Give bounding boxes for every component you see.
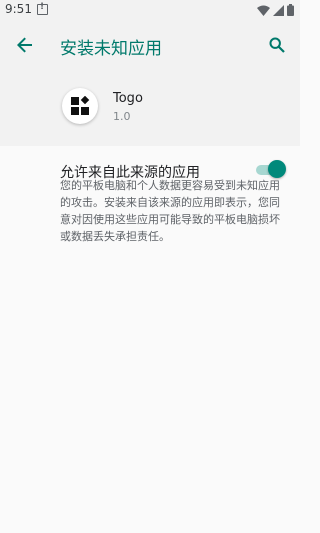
arrow-back-icon (17, 37, 32, 53)
app-name: Togo (113, 91, 143, 106)
signal-icon (273, 4, 284, 16)
back-button[interactable] (12, 32, 38, 58)
wifi-icon (257, 5, 270, 16)
app-icon (62, 88, 98, 124)
app-bar: 安装未知应用 (0, 20, 300, 70)
status-icons (257, 4, 294, 16)
search-icon (269, 37, 285, 53)
notification-alert-icon (37, 2, 48, 15)
search-button[interactable] (264, 32, 290, 58)
page-title: 安装未知应用 (60, 39, 162, 59)
app-version: 1.0 (113, 110, 131, 123)
switch-thumb (268, 160, 286, 178)
battery-icon (287, 4, 294, 16)
togo-logo-icon (71, 96, 90, 115)
status-time: 9:51 (5, 2, 32, 16)
warning-text: 您的平板电脑和个人数据更容易受到未知应用的攻击。安装来自该来源的应用即表示，您同… (60, 179, 280, 243)
status-bar: 9:51 (0, 0, 300, 20)
app-header: Togo 1.0 (0, 70, 300, 146)
